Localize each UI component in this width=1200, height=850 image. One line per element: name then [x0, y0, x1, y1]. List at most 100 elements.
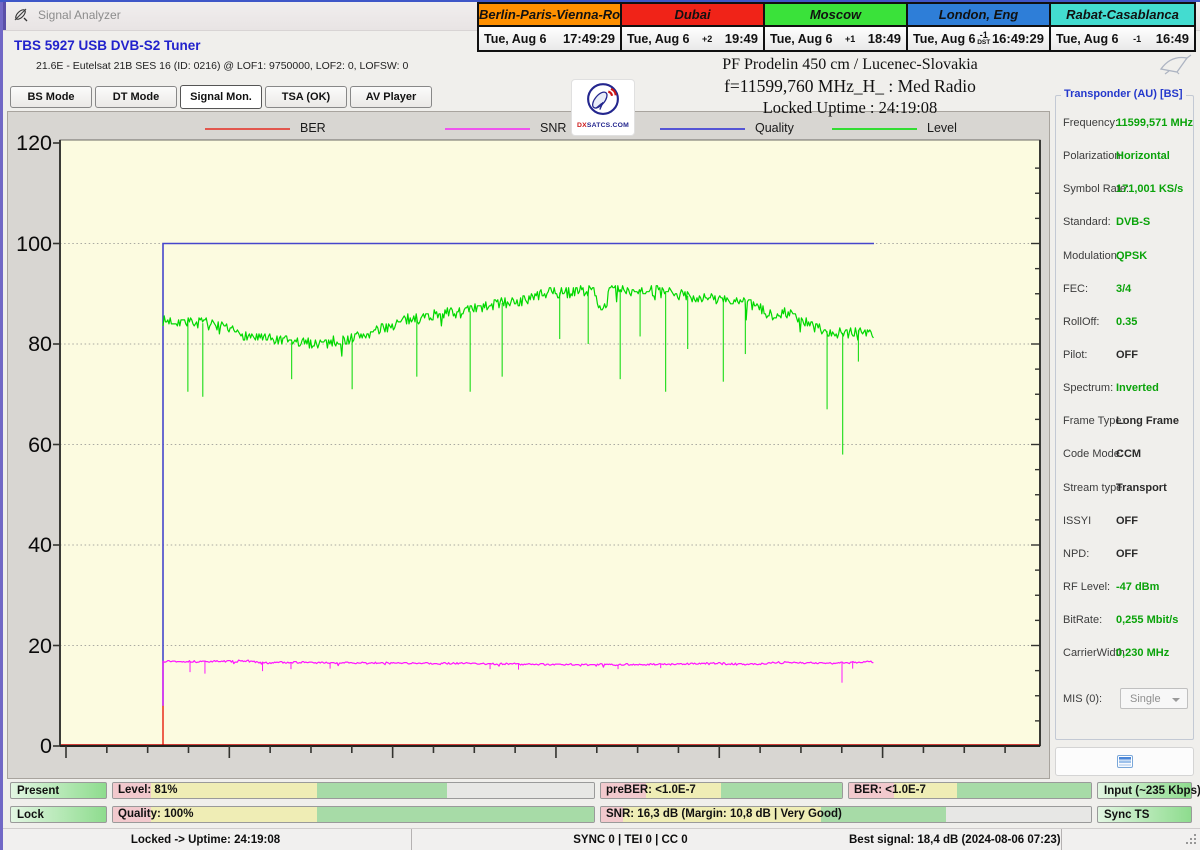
- legend-label: SNR: [540, 121, 566, 135]
- field-label: Standard:: [1063, 216, 1111, 228]
- field-value: Transport: [1116, 482, 1167, 494]
- window-top-border: [0, 0, 1200, 2]
- field-label: BitRate:: [1063, 614, 1102, 626]
- bar-label: SNR: 16,3 dB (Margin: 10,8 dB | Very Goo…: [606, 808, 842, 820]
- antenna-info: PF Prodelin 450 cm / Lucenec-Slovakia: [610, 54, 1090, 75]
- field-label: RollOff:: [1063, 316, 1099, 328]
- clock-utc-offset: +1: [845, 35, 855, 43]
- field-label: Modulation:: [1063, 250, 1120, 262]
- snr-bar: SNR: 16,3 dB (Margin: 10,8 dB | Very Goo…: [600, 806, 1092, 823]
- field-label: RF Level:: [1063, 581, 1110, 593]
- clock-date: Tue, Aug 6: [913, 32, 976, 46]
- stream-info-button[interactable]: [1055, 747, 1194, 776]
- field-value: 171,001 KS/s: [1116, 183, 1183, 195]
- chart-legend: BER SNR Quality Level: [8, 120, 1049, 138]
- transponder-field: Stream type: Transport: [1056, 473, 1193, 506]
- clock-utc-offset: -1: [1133, 35, 1141, 43]
- bar-label: Level: 81%: [118, 784, 177, 796]
- field-value: 11599,571 MHz: [1116, 117, 1193, 129]
- transponder-field: CarrierWidth: 0,230 MHz: [1056, 638, 1193, 671]
- transponder-field: ISSYI OFF: [1056, 506, 1193, 539]
- field-value: OFF: [1116, 349, 1138, 361]
- frequency-info: f=11599,760 MHz_H_ : Med Radio: [610, 75, 1090, 97]
- tab-button[interactable]: AV Player: [350, 86, 432, 108]
- tab-button[interactable]: Signal Mon.: [180, 85, 262, 109]
- list-icon: [1117, 755, 1133, 768]
- satellite-dish-icon: [586, 82, 620, 116]
- transponder-field: FEC: 3/4: [1056, 274, 1193, 307]
- y-axis-label: 60: [8, 433, 52, 458]
- status-bar: Locked -> Uptime: 24:19:08 SYNC 0 | TEI …: [0, 828, 1200, 850]
- legend-label: Quality: [755, 121, 794, 135]
- field-label: Frequency:: [1063, 117, 1118, 129]
- clock-body: Tue, Aug 6 +2 19:49: [622, 27, 763, 50]
- clock-body: Tue, Aug 6 +1 18:49: [765, 27, 906, 50]
- field-value: OFF: [1116, 515, 1138, 527]
- y-axis-label: 0: [8, 734, 52, 759]
- transponder-panel: Transponder (AU) [BS] Frequency: 11599,5…: [1055, 95, 1194, 740]
- field-label: FEC:: [1063, 283, 1088, 295]
- tab-button[interactable]: DT Mode: [95, 86, 177, 108]
- preber-bar: preBER: <1.0E-7: [600, 782, 843, 799]
- field-label: ISSYI: [1063, 515, 1091, 527]
- clock-date: Tue, Aug 6: [1056, 32, 1119, 46]
- mode-tabs: BS Mode DT Mode Signal Mon. TSA (OK) AV …: [10, 86, 432, 109]
- satellite-dish-icon: [13, 7, 29, 23]
- ber-bar: BER: <1.0E-7: [848, 782, 1092, 799]
- transponder-field: Polarization: Horizontal: [1056, 141, 1193, 174]
- field-value: Long Frame: [1116, 415, 1179, 427]
- clock-date: Tue, Aug 6: [484, 32, 547, 46]
- tuner-details: 21.6E - Eutelsat 21B SES 16 (ID: 0216) @…: [36, 60, 408, 72]
- statusbar-section: SYNC 0 | TEI 0 | CC 0: [412, 829, 849, 850]
- field-value: OFF: [1116, 548, 1138, 560]
- transponder-field: Code Mode: CCM: [1056, 439, 1193, 472]
- clock-body: Tue, Aug 6 17:49:29: [479, 27, 620, 50]
- locked-uptime: Locked Uptime : 24:19:08: [610, 97, 1090, 118]
- legend-line: [445, 128, 530, 130]
- statusbar-section: Best signal: 18,4 dB (2024-08-06 07:23): [849, 829, 1062, 850]
- clock-time: 18:49: [868, 31, 901, 46]
- transponder-field: RF Level: -47 dBm: [1056, 572, 1193, 605]
- field-value: Horizontal: [1116, 150, 1170, 162]
- field-value: 0,230 MHz: [1116, 647, 1169, 659]
- field-value: -47 dBm: [1116, 581, 1159, 593]
- clock-time: 16:49: [1156, 31, 1189, 46]
- clock-city: Berlin-Paris-Vienna-Roma: [479, 4, 620, 27]
- transponder-field: RollOff: 0.35: [1056, 307, 1193, 340]
- window-title: Signal Analyzer: [38, 8, 121, 22]
- clock-time: 16:49:29: [992, 31, 1044, 46]
- legend-label: BER: [300, 121, 326, 135]
- field-value: 0,255 Mbit/s: [1116, 614, 1178, 626]
- site-info: PF Prodelin 450 cm / Lucenec-Slovakia f=…: [610, 54, 1090, 118]
- y-axis-label: 100: [8, 232, 52, 257]
- clock-city: Moscow: [765, 4, 906, 27]
- clock: Dubai Tue, Aug 6 +2 19:49: [622, 4, 765, 50]
- transponder-field: Modulation: QPSK: [1056, 241, 1193, 274]
- transponder-field: Standard: DVB-S: [1056, 207, 1193, 240]
- field-label: NPD:: [1063, 548, 1089, 560]
- legend-label: Level: [927, 121, 957, 135]
- clock-body: Tue, Aug 6 -1 16:49: [1051, 27, 1194, 50]
- level-bar: Level: 81%: [112, 782, 595, 799]
- present-badge: Present: [10, 782, 107, 799]
- mis-label: MIS (0):: [1063, 693, 1102, 705]
- field-value: Inverted: [1116, 382, 1159, 394]
- field-value: 0.35: [1116, 316, 1137, 328]
- dxsatcs-logo: DXSATCS.COM: [571, 79, 635, 136]
- mis-select[interactable]: Single: [1120, 688, 1188, 709]
- clock: Moscow Tue, Aug 6 +1 18:49: [765, 4, 908, 50]
- tab-button[interactable]: TSA (OK): [265, 86, 347, 108]
- signal-chart: [8, 112, 1049, 778]
- resize-grip[interactable]: [1183, 833, 1197, 847]
- clock: Rabat-Casablanca Tue, Aug 6 -1 16:49: [1051, 4, 1194, 50]
- satellite-dish-icon: [1157, 53, 1193, 75]
- tab-button[interactable]: BS Mode: [10, 86, 92, 108]
- field-value: DVB-S: [1116, 216, 1150, 228]
- clock-date: Tue, Aug 6: [627, 32, 690, 46]
- clock-time: 19:49: [725, 31, 758, 46]
- y-axis-label: 20: [8, 634, 52, 659]
- transponder-field: Symbol Rate: 171,001 KS/s: [1056, 174, 1193, 207]
- window-left-border: [0, 0, 3, 850]
- y-axis-label: 40: [8, 533, 52, 558]
- mis-row: MIS (0): Single: [1063, 688, 1188, 710]
